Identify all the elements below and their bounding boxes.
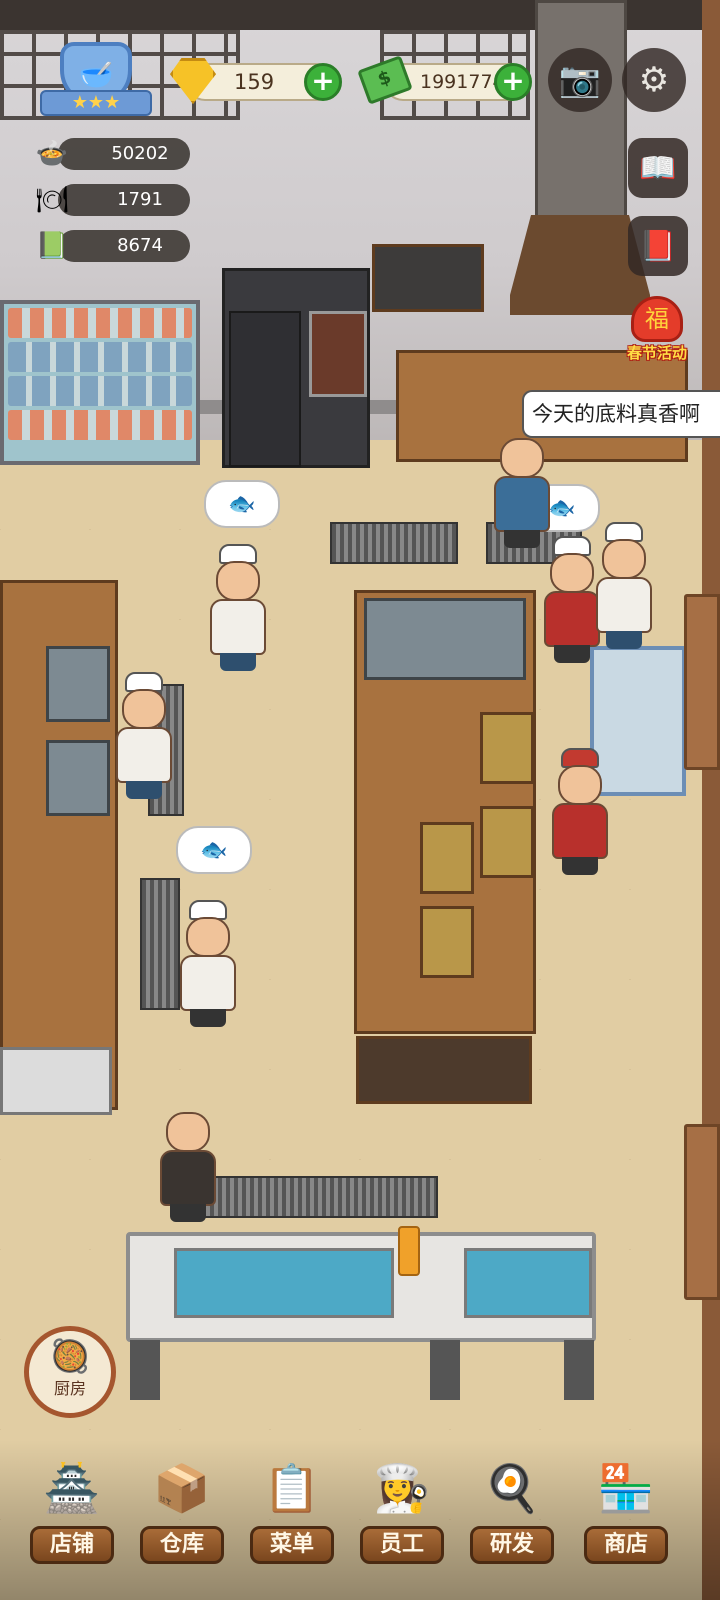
- staff-waitress-icon: 👩‍🍳: [373, 1461, 431, 1515]
- chef-character[interactable]: [592, 522, 656, 649]
- rank-stars: ★★★: [40, 90, 152, 116]
- sink-station: [126, 1232, 596, 1342]
- settings-button[interactable]: ⚙: [622, 48, 686, 112]
- wall-cabinet: [372, 244, 484, 312]
- speech-bubble: 今天的底料真香啊: [522, 390, 720, 438]
- vegetable-tray: [0, 1047, 112, 1115]
- nav-staff[interactable]: 👩‍🍳 员工: [356, 1452, 448, 1582]
- notebook-icon: 📕: [639, 228, 677, 264]
- nav-menu[interactable]: 📋 菜单: [246, 1452, 338, 1582]
- gems-value: 159: [234, 70, 275, 94]
- menu-clipboard-icon: 📋: [263, 1461, 321, 1515]
- camera-button[interactable]: 📷: [548, 48, 612, 112]
- warehouse-boxes-icon: 📦: [153, 1461, 211, 1515]
- serving-cloche-icon: 🍽: [35, 185, 69, 215]
- store-front-icon: 🏪: [597, 1461, 655, 1515]
- nav-label: 员工: [360, 1526, 444, 1564]
- nav-label: 菜单: [250, 1526, 334, 1564]
- gear-icon: ⚙: [638, 60, 670, 100]
- island-base: [356, 1036, 532, 1104]
- add-gems-button[interactable]: +: [304, 63, 342, 101]
- head-chef-character[interactable]: [490, 438, 554, 548]
- waiter-character[interactable]: [548, 748, 612, 875]
- cash-value: 1991774: [420, 71, 505, 93]
- refrigerator: [222, 268, 370, 468]
- help-guide-button[interactable]: 📖: [628, 138, 688, 198]
- sink-leg: [564, 1340, 594, 1400]
- spring-festival-event-button[interactable]: 福 春节活动: [618, 296, 696, 368]
- research-wok-icon: 🍳: [483, 1461, 541, 1515]
- nav-label: 研发: [470, 1526, 554, 1564]
- seafood-display-case: [0, 300, 200, 465]
- thought-bubble-fish-icon: 🐟: [204, 480, 280, 528]
- ingredient-tray: [420, 906, 474, 978]
- dishwasher-character[interactable]: [156, 1112, 220, 1222]
- nav-store[interactable]: 🏪 商店: [580, 1452, 672, 1582]
- pot-icon: 🥘: [50, 1337, 90, 1375]
- add-cash-button[interactable]: +: [494, 63, 532, 101]
- gold-pot-icon: 🍲: [35, 139, 69, 169]
- floor-drain: [330, 522, 458, 564]
- stat-gold-value: 50202: [111, 143, 169, 164]
- nav-label: 仓库: [140, 1526, 224, 1564]
- stat-recipes-value: 8674: [117, 235, 163, 256]
- notebook-button[interactable]: 📕: [628, 216, 688, 276]
- soap-bottle: [398, 1226, 420, 1276]
- cutting-board: [46, 740, 110, 816]
- thought-bubble-fish-icon: 🐟: [176, 826, 252, 874]
- chef-character[interactable]: [176, 900, 240, 1027]
- ingredient-tray: [420, 822, 474, 894]
- book-question-icon: 📖: [639, 150, 677, 186]
- nav-shop[interactable]: 🏯 店铺: [26, 1452, 118, 1582]
- ingredient-tray: [480, 712, 534, 784]
- shop-building-icon: 🏯: [43, 1461, 101, 1515]
- restaurant-rank-badge[interactable]: 🥣 ★★★: [40, 42, 152, 124]
- floor-drain: [140, 878, 180, 1010]
- door-panel: [684, 594, 720, 770]
- floor-drain: [200, 1176, 438, 1218]
- kitchen-label: 厨房: [53, 1379, 86, 1398]
- nav-research[interactable]: 🍳 研发: [466, 1452, 558, 1582]
- nav-label: 店铺: [30, 1526, 114, 1564]
- sink-leg: [430, 1340, 460, 1400]
- camera-icon: 📷: [558, 60, 602, 100]
- lion-dance-icon: 福: [631, 296, 683, 342]
- door-panel: [684, 1124, 720, 1300]
- recipe-book-icon: 📗: [35, 231, 69, 261]
- right-wall: [702, 0, 720, 1600]
- event-label: 春节活动: [626, 344, 687, 362]
- nav-warehouse[interactable]: 📦 仓库: [136, 1452, 228, 1582]
- chef-character[interactable]: [112, 672, 176, 799]
- kitchen-button[interactable]: 🥘 厨房: [24, 1326, 116, 1418]
- nav-label: 商店: [584, 1526, 668, 1564]
- sink-leg: [130, 1340, 160, 1400]
- stat-served-value: 1791: [117, 189, 163, 210]
- cutting-board: [46, 646, 110, 722]
- chef-character[interactable]: [206, 544, 270, 671]
- island-steel-top: [364, 598, 526, 680]
- ingredient-tray: [480, 806, 534, 878]
